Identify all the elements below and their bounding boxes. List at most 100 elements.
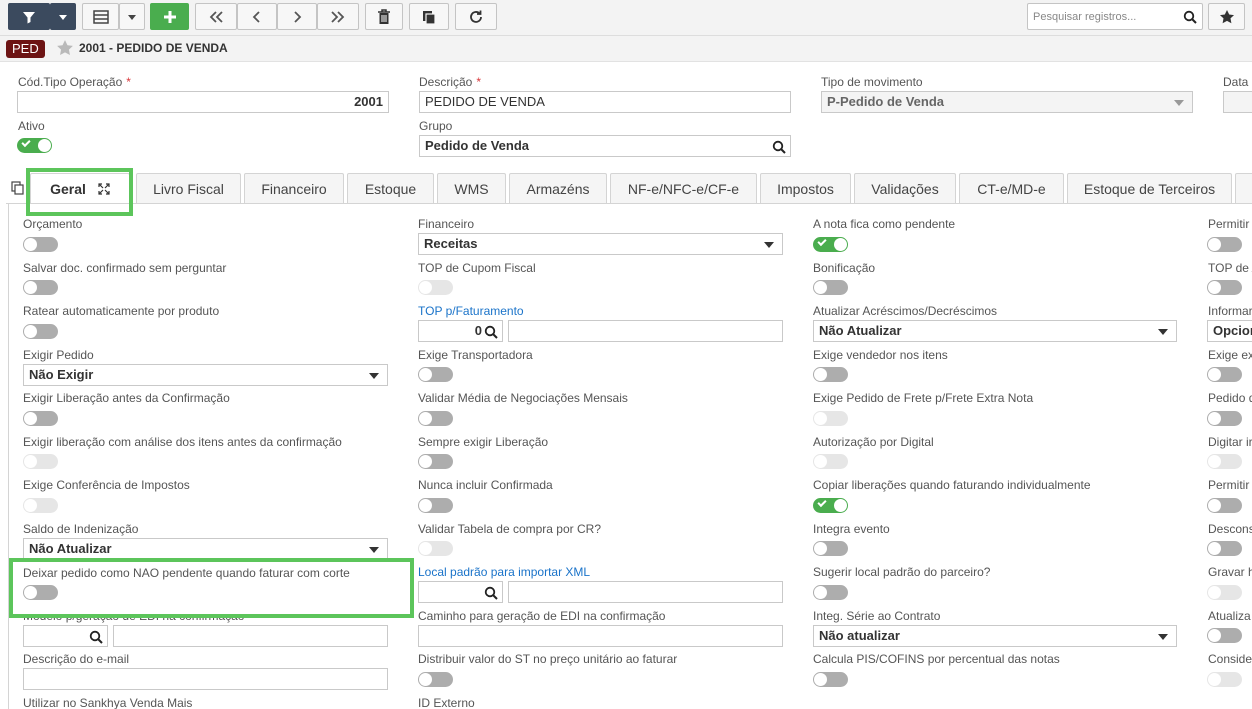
search-icon[interactable] — [484, 586, 498, 600]
local-padrao-desc-input[interactable] — [508, 581, 783, 603]
top-fat-label[interactable]: TOP p/Faturamento — [418, 304, 524, 318]
conside-toggle[interactable] — [1207, 672, 1242, 687]
tab-impostos[interactable]: Impostos — [760, 173, 851, 204]
favorite-star-icon[interactable] — [56, 39, 74, 57]
integra-toggle[interactable] — [813, 541, 848, 556]
top-cupom-toggle[interactable] — [418, 280, 453, 295]
modelo-code-input[interactable] — [23, 625, 108, 647]
previous-record-button[interactable] — [237, 3, 277, 30]
sugerir-toggle[interactable] — [813, 585, 848, 600]
caminho-input[interactable] — [418, 625, 783, 647]
delete-button[interactable] — [365, 3, 403, 30]
gravar-label: Gravar h — [1208, 565, 1252, 579]
tab-estoque-terceiros[interactable]: Estoque de Terceiros — [1067, 173, 1232, 204]
exige-vendedor-toggle[interactable] — [813, 367, 848, 382]
favorite-button[interactable] — [1208, 3, 1245, 30]
tab-bar: Geral Livro Fiscal Financeiro Estoque WM… — [0, 173, 1252, 204]
financeiro-select[interactable]: Receitas — [418, 233, 783, 255]
top-fat-code-input[interactable]: 0 — [418, 320, 503, 342]
autorizacao-toggle[interactable] — [813, 454, 848, 469]
orcamento-toggle[interactable] — [23, 237, 58, 252]
ativo-toggle[interactable] — [17, 137, 52, 153]
tab-financeiro[interactable]: Financeiro — [244, 173, 344, 204]
exige-ex-toggle[interactable] — [1207, 367, 1242, 382]
validar-media-toggle[interactable] — [418, 411, 453, 426]
tab-wms[interactable]: WMS — [437, 173, 506, 204]
nota-pendente-toggle[interactable] — [813, 236, 848, 252]
integ-serie-select[interactable]: Não atualizar — [813, 625, 1177, 647]
last-record-button[interactable] — [317, 3, 359, 30]
top-de-toggle[interactable] — [1207, 280, 1242, 295]
salvar-label: Salvar doc. confirmado sem perguntar — [23, 261, 227, 275]
exige-transp-toggle[interactable] — [418, 367, 453, 382]
gravar-toggle[interactable] — [1207, 585, 1242, 600]
tab-armazens[interactable]: Armazéns — [509, 173, 607, 204]
bonificacao-toggle[interactable] — [813, 280, 848, 295]
double-chevron-right-icon — [331, 10, 345, 23]
next-record-button[interactable] — [277, 3, 317, 30]
duplicate-button[interactable] — [409, 3, 449, 30]
validar-tabela-toggle[interactable] — [418, 541, 453, 556]
deixar-toggle[interactable] — [23, 585, 58, 600]
tab-validacoes[interactable]: Validações — [854, 173, 956, 204]
saldo-select[interactable]: Não Atualizar — [23, 538, 388, 560]
nota-pendente-label: A nota fica como pendente — [813, 217, 956, 231]
desc-email-input[interactable] — [23, 668, 388, 690]
sempre-exigir-toggle[interactable] — [418, 454, 453, 469]
local-padrao-code-input[interactable] — [418, 581, 503, 603]
exigir-lib-analise-toggle[interactable] — [23, 454, 58, 469]
data-input[interactable] — [1223, 91, 1252, 113]
descricao-input[interactable]: PEDIDO DE VENDA — [419, 91, 791, 113]
copiar-label: Copiar liberações quando faturando indiv… — [813, 478, 1091, 492]
descons-toggle[interactable] — [1207, 541, 1242, 556]
salvar-toggle[interactable] — [23, 280, 58, 295]
check-icon — [21, 137, 31, 148]
tab-livro-fiscal[interactable]: Livro Fiscal — [136, 173, 241, 204]
tab-more[interactable] — [1235, 173, 1252, 204]
filter-dropdown-button[interactable] — [50, 3, 76, 30]
informar-select[interactable]: Opcion — [1207, 320, 1252, 342]
exige-frete-toggle[interactable] — [813, 411, 848, 426]
add-button[interactable] — [150, 3, 189, 30]
caret-down-icon — [128, 14, 136, 20]
pedido-d-toggle[interactable] — [1207, 411, 1242, 426]
top-cupom-label: TOP de Cupom Fiscal — [418, 261, 536, 275]
desc-email-label: Descrição do e-mail — [23, 652, 130, 666]
modelo-desc-input[interactable] — [113, 625, 388, 647]
ratear-toggle[interactable] — [23, 324, 58, 339]
atualiza-toggle[interactable] — [1207, 628, 1242, 643]
filter-button[interactable] — [8, 3, 50, 30]
nunca-incluir-toggle[interactable] — [418, 498, 453, 513]
top-fat-desc-input[interactable] — [508, 320, 783, 342]
tab-nfe[interactable]: NF-e/NFC-e/CF-e — [610, 173, 757, 204]
refresh-button[interactable] — [455, 3, 497, 30]
search-icon[interactable] — [772, 140, 786, 154]
calcula-toggle[interactable] — [813, 672, 848, 687]
atualizar-acresc-select[interactable]: Não Atualizar — [813, 320, 1177, 342]
tipo-movimento-select[interactable]: P-Pedido de Venda — [821, 91, 1193, 113]
exige-conf-toggle[interactable] — [23, 498, 58, 513]
search-icon[interactable] — [89, 630, 103, 644]
ratear-label: Ratear automaticamente por produto — [23, 304, 220, 318]
tab-cte-mde[interactable]: CT-e/MD-e — [959, 173, 1064, 204]
copiar-toggle[interactable] — [813, 497, 848, 513]
permitir2-toggle[interactable] — [1207, 498, 1242, 513]
permitir-toggle[interactable] — [1207, 237, 1242, 252]
search-records-input[interactable]: Pesquisar registros... — [1027, 3, 1203, 30]
saldo-label: Saldo de Indenização — [23, 522, 139, 536]
grid-view-button[interactable] — [82, 3, 119, 30]
digitar-toggle[interactable] — [1207, 454, 1242, 469]
local-padrao-label[interactable]: Local padrão para importar XML — [418, 565, 590, 579]
atualiza-label: Atualiza — [1208, 609, 1251, 623]
toolbar: Pesquisar registros... — [0, 0, 1252, 36]
search-icon[interactable] — [484, 325, 498, 339]
tab-divider — [6, 203, 1252, 204]
view-dropdown-button[interactable] — [119, 3, 145, 30]
distribuir-toggle[interactable] — [418, 672, 453, 687]
cod-tipo-input[interactable]: 2001 — [17, 91, 389, 113]
first-record-button[interactable] — [195, 3, 237, 30]
grupo-input[interactable]: Pedido de Venda — [419, 135, 791, 157]
exigir-lib-toggle[interactable] — [23, 411, 58, 426]
exigir-pedido-select[interactable]: Não Exigir — [23, 364, 388, 386]
tab-estoque[interactable]: Estoque — [347, 173, 434, 204]
